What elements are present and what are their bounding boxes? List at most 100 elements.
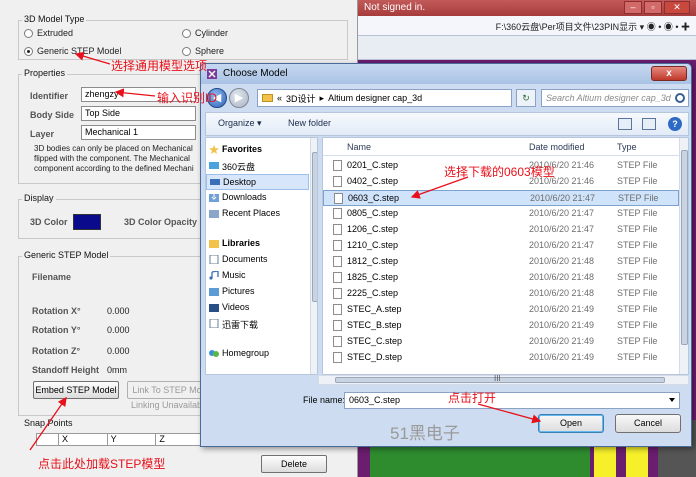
file-type-cell: STEP File <box>617 272 658 282</box>
nav-item-360[interactable]: 360云盘 <box>206 158 309 174</box>
nav-item-thunder[interactable]: 迅雷下载 <box>206 316 309 332</box>
file-row[interactable]: STEC_D.step 2010/6/20 21:49 STEP File <box>323 350 679 366</box>
radio-cylinder-label: Cylinder <box>195 28 229 38</box>
file-type-cell: STEP File <box>618 193 659 203</box>
nav-item-videos[interactable]: Videos <box>206 300 309 316</box>
radio-generic-step-dot[interactable] <box>24 46 33 56</box>
help-icon[interactable]: ? <box>668 117 682 131</box>
file-name-input[interactable]: 0603_C.step <box>344 392 680 409</box>
preview-pane-icon[interactable] <box>642 118 656 130</box>
choose-model-dialog: Choose Model x ◀ ▶ « 3D设计 ▸ Altium desig… <box>200 63 692 447</box>
dialog-title-bar[interactable]: Choose Model x <box>201 64 691 84</box>
bg-nav-icons[interactable]: ◉ • ◉ • ✚ <box>647 22 690 32</box>
rotation-z-value[interactable]: 0.000 <box>107 346 130 356</box>
forward-button[interactable]: ▶ <box>229 88 249 108</box>
path-breadcrumb[interactable]: « 3D设计 ▸ Altium designer cap_3d <box>257 89 512 107</box>
horizontal-scrollbar[interactable]: III <box>318 374 689 385</box>
radio-extruded-dot[interactable] <box>24 28 33 38</box>
command-bar: Organize ▾ New folder ? <box>205 112 689 136</box>
file-row[interactable]: 2225_C.step 2010/6/20 21:48 STEP File <box>323 286 679 302</box>
file-row[interactable]: 0805_C.step 2010/6/20 21:47 STEP File <box>323 206 679 222</box>
description-line-2: flipped with the component. The Mechanic… <box>34 154 190 163</box>
file-name-cell: STEC_D.step <box>347 352 403 362</box>
radio-extruded[interactable]: Extruded <box>24 28 73 38</box>
annotation-click-open: 点击打开 <box>448 391 497 405</box>
radio-generic-step[interactable]: Generic STEP Model <box>24 46 121 56</box>
file-list-scrollbar[interactable] <box>679 138 688 374</box>
nav-pane-scrollbar[interactable] <box>310 138 317 374</box>
nav-label: 迅雷下载 <box>222 320 259 330</box>
link-step-button[interactable]: Link To STEP Mo <box>127 381 207 399</box>
rotation-x-value[interactable]: 0.000 <box>107 306 130 316</box>
thunder-download-icon <box>209 319 219 328</box>
file-row[interactable]: STEC_B.step 2010/6/20 21:49 STEP File <box>323 318 679 334</box>
column-name[interactable]: Name <box>347 142 371 152</box>
dialog-title: Choose Model <box>223 68 288 79</box>
nav-item-favorites[interactable]: Favorites <box>206 142 309 158</box>
file-type-cell: STEP File <box>617 256 658 266</box>
step-file-icon <box>333 240 342 251</box>
rotation-y-value[interactable]: 0.000 <box>107 325 130 335</box>
column-date-modified[interactable]: Date modified <box>529 142 585 152</box>
file-name-cell: 1825_C.step <box>347 272 399 282</box>
nav-item-music[interactable]: Music <box>206 268 309 284</box>
delete-button[interactable]: Delete <box>261 455 327 473</box>
radio-cylinder[interactable]: Cylinder <box>182 28 228 38</box>
minimize-button[interactable]: – <box>624 1 642 14</box>
cancel-button[interactable]: Cancel <box>615 414 681 433</box>
file-row[interactable]: STEC_A.step 2010/6/20 21:49 STEP File <box>323 302 679 318</box>
radio-cylinder-dot[interactable] <box>182 28 191 38</box>
file-row[interactable]: 1210_C.step 2010/6/20 21:47 STEP File <box>323 238 679 254</box>
organize-menu[interactable]: Organize ▾ <box>218 118 262 129</box>
file-row[interactable]: 1812_C.step 2010/6/20 21:48 STEP File <box>323 254 679 270</box>
file-row[interactable]: 0603_C.step 2010/6/20 21:47 STEP File <box>323 190 679 206</box>
nav-item-libraries[interactable]: Libraries <box>206 236 309 252</box>
step-file-icon <box>333 304 342 315</box>
radio-sphere-dot[interactable] <box>182 46 191 56</box>
radio-sphere[interactable]: Sphere <box>182 46 224 56</box>
nav-item-desktop[interactable]: Desktop <box>206 174 309 190</box>
sign-in-status[interactable]: Not signed in. <box>364 2 425 13</box>
nav-item-homegroup[interactable]: Homegroup <box>206 346 309 362</box>
file-row[interactable]: 1206_C.step 2010/6/20 21:47 STEP File <box>323 222 679 238</box>
bg-address-bar[interactable]: F:\360云盘\Per项目文件\23PIN显示 ▾ ◉ • ◉ • ✚ <box>358 16 696 36</box>
new-folder-button[interactable]: New folder <box>288 118 331 128</box>
dialog-close-button[interactable]: x <box>651 66 687 81</box>
breadcrumb-altium-cap-3d[interactable]: Altium designer cap_3d <box>328 93 422 103</box>
nav-item-downloads[interactable]: Downloads <box>206 190 309 206</box>
linking-unavailable-text: Linking Unavailab <box>131 400 203 410</box>
file-name-cell: 1210_C.step <box>347 240 399 250</box>
embed-step-button[interactable]: Embed STEP Model <box>33 381 119 399</box>
downloads-icon <box>209 194 219 202</box>
breadcrumb-prefix[interactable]: « <box>277 93 282 103</box>
rotation-z-label: Rotation Z° <box>32 346 81 356</box>
breadcrumb-3d-design[interactable]: 3D设计 <box>286 92 316 105</box>
file-type-cell: STEP File <box>617 160 658 170</box>
file-name-cell: STEC_C.step <box>347 336 403 346</box>
layer-select[interactable]: Mechanical 1 <box>81 125 196 140</box>
breadcrumb-separator[interactable]: ▸ <box>320 93 325 104</box>
file-scroll-thumb[interactable] <box>681 150 688 345</box>
search-input[interactable]: Search Altium designer cap_3d <box>541 89 689 107</box>
nav-item-documents[interactable]: Documents <box>206 252 309 268</box>
search-icon[interactable] <box>675 93 685 103</box>
nav-item-recent[interactable]: Recent Places <box>206 206 309 222</box>
chevron-down-icon[interactable] <box>669 398 675 402</box>
view-options-icon[interactable] <box>618 118 632 130</box>
file-date-cell: 2010/6/20 21:49 <box>529 304 595 314</box>
snap-grid-corner <box>37 434 59 445</box>
open-button[interactable]: Open <box>538 414 604 433</box>
file-row[interactable]: STEC_C.step 2010/6/20 21:49 STEP File <box>323 334 679 350</box>
close-window-button[interactable]: ✕ <box>664 1 690 14</box>
refresh-icon[interactable]: ↻ <box>516 89 536 107</box>
nav-scroll-thumb[interactable] <box>312 152 317 302</box>
maximize-button[interactable]: ▫ <box>644 1 662 14</box>
color-swatch[interactable] <box>73 214 101 230</box>
nav-item-pictures[interactable]: Pictures <box>206 284 309 300</box>
file-date-cell: 2010/6/20 21:47 <box>530 193 596 203</box>
standoff-value[interactable]: 0mm <box>107 365 127 375</box>
libraries-icon <box>209 240 219 248</box>
body-side-select[interactable]: Top Side <box>81 106 196 121</box>
file-row[interactable]: 1825_C.step 2010/6/20 21:48 STEP File <box>323 270 679 286</box>
column-type[interactable]: Type <box>617 142 637 152</box>
